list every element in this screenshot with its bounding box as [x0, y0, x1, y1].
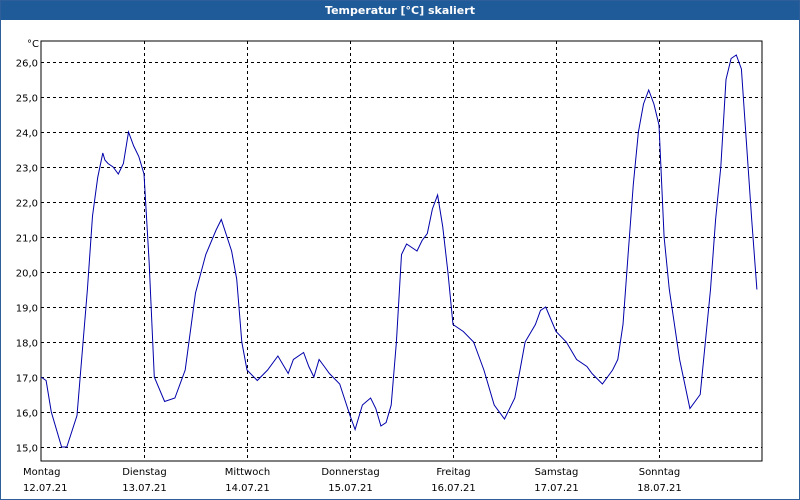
- x-tick-date-label: 14.07.21: [225, 483, 270, 494]
- y-tick-label: 18,0: [16, 339, 38, 350]
- temperature-chart: 15,0 16,0 17,0 18,0 19,0 20,0 21,0 22,0 23,0 24,0…: [16, 39, 763, 494]
- y-tick-label: 25,0: [16, 94, 38, 105]
- x-tick-date-label: 17.07.21: [534, 483, 579, 494]
- x-tick-date-label: 13.07.21: [122, 483, 167, 494]
- chart-title: Temperatur [°C] skaliert: [1, 1, 799, 20]
- x-tick-date-label: 12.07.21: [23, 483, 68, 494]
- x-tick-day-label: Freitag: [436, 467, 470, 478]
- x-axis: Montag 12.07.21 Dienstag 13.07.21 Mittwoch 14…: [23, 467, 682, 494]
- x-tick-date-label: 15.07.21: [328, 483, 373, 494]
- chart-window: Temperatur [°C] skaliert 15,0 16,0 17,0 18,…: [0, 0, 800, 500]
- x-tick-date-label: 16.07.21: [431, 483, 476, 494]
- y-tick-label: 15,0: [16, 444, 38, 455]
- y-tick-label: 17,0: [16, 374, 38, 385]
- y-tick-label: 19,0: [16, 304, 38, 315]
- y-tick-label: 24,0: [16, 129, 38, 140]
- x-tick-day-label: Samstag: [535, 467, 579, 478]
- y-tick-label: 26,0: [16, 59, 38, 70]
- y-tick-label: 23,0: [16, 164, 38, 175]
- x-tick-day-label: Donnerstag: [321, 467, 379, 478]
- y-tick-label: 16,0: [16, 409, 38, 420]
- x-tick-day-label: Mittwoch: [225, 467, 270, 478]
- x-tick-day-label: Dienstag: [122, 467, 167, 478]
- y-axis: 15,0 16,0 17,0 18,0 19,0 20,0 21,0 22,0 23,0 24,0…: [16, 59, 38, 455]
- y-axis-label: °C: [27, 39, 39, 50]
- y-tick-label: 21,0: [16, 234, 38, 245]
- x-tick-day-label: Sonntag: [639, 467, 681, 478]
- x-tick-day-label: Montag: [23, 467, 60, 478]
- y-tick-label: 22,0: [16, 199, 38, 210]
- y-tick-label: 20,0: [16, 269, 38, 280]
- x-tick-date-label: 18.07.21: [637, 483, 682, 494]
